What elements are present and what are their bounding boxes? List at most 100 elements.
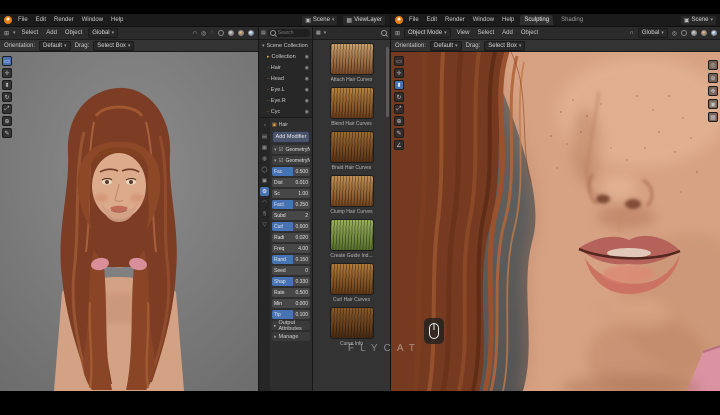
checkbox-checked-icon[interactable]: ☑ (279, 147, 284, 153)
measure-tool[interactable]: ∠ (394, 140, 404, 150)
drag-setting-dropdown[interactable]: Select Box ▾ (93, 40, 135, 51)
cursor-tool[interactable]: ✛ (394, 68, 404, 78)
eye-icon[interactable]: ◉ (305, 87, 309, 93)
modifier-header[interactable]: ▾ ☑ GeometryNodes.001 (272, 156, 310, 165)
outliner-row[interactable]: ◦ Head ◉ (259, 73, 312, 84)
select-box-tool[interactable]: ▭ (2, 56, 12, 66)
eye-icon[interactable]: ◉ (305, 65, 309, 71)
proportional-edit-icon[interactable]: ◎ (201, 30, 206, 37)
eye-icon[interactable]: ◉ (305, 54, 309, 60)
menu-edit[interactable]: Edit (425, 16, 439, 24)
modifier-param-slider[interactable]: Subd 2 (272, 211, 310, 220)
shading-solid-icon[interactable] (228, 30, 234, 36)
asset-item[interactable]: Curl Hair Curves (316, 263, 388, 303)
output-attributes-section[interactable]: ▸ Output Attributes (272, 320, 310, 332)
hair-asset-thumbnail[interactable] (329, 307, 374, 339)
constraints-properties-tab[interactable]: § (260, 209, 269, 218)
workspace-tab-sculpting[interactable]: Sculpting (520, 15, 554, 25)
outliner-row[interactable]: ▸ Collection ◉ (259, 51, 312, 62)
zoom-icon[interactable]: ⊕ (708, 73, 718, 83)
menu-select[interactable]: Select (475, 29, 496, 37)
asset-item[interactable]: Curve Info (316, 307, 388, 347)
outliner-row[interactable]: ◦ Hair ◉ (259, 62, 312, 73)
asset-item[interactable]: Braid Hair Curves (316, 131, 388, 171)
menu-file[interactable]: File (16, 16, 30, 24)
viewport-3d-full-body[interactable] (0, 52, 258, 391)
object-properties-tab[interactable]: ▣ (260, 176, 269, 185)
cursor-tool[interactable]: ✛ (2, 68, 12, 78)
data-properties-tab[interactable]: ▽ (260, 220, 269, 229)
menu-select[interactable]: Select (20, 29, 41, 37)
eye-icon[interactable]: ◉ (305, 76, 309, 82)
menu-object[interactable]: Object (63, 29, 84, 37)
shading-wireframe-icon[interactable] (218, 30, 224, 36)
add-modifier-button[interactable]: Add Modifier (272, 131, 310, 143)
move-tool[interactable]: ⬍ (2, 80, 12, 90)
hair-asset-thumbnail[interactable] (329, 175, 374, 207)
shading-solid-icon[interactable] (691, 30, 697, 36)
menu-window[interactable]: Window (80, 16, 105, 24)
hair-asset-thumbnail[interactable] (329, 219, 374, 251)
drag-setting-dropdown[interactable]: Select Box ▾ (484, 40, 526, 51)
scene-selector[interactable]: ▣ Scene ▾ (301, 14, 339, 26)
modifier-param-slider[interactable]: Shap 0.330 (272, 277, 310, 286)
menu-file[interactable]: File (407, 16, 421, 24)
menu-edit[interactable]: Edit (34, 16, 48, 24)
modifier-param-slider[interactable]: Tip 0.100 (272, 310, 310, 319)
transform-tool[interactable]: ⊕ (394, 116, 404, 126)
transform-orientation-selector[interactable]: Global ▾ (88, 28, 119, 38)
modifier-param-slider[interactable]: Rate 0.500 (272, 288, 310, 297)
shading-material-icon[interactable] (701, 30, 707, 36)
scale-tool[interactable]: ⤢ (2, 104, 12, 114)
menu-render[interactable]: Render (52, 16, 76, 24)
modifier-param-slider[interactable]: Radi 0.020 (272, 233, 310, 242)
modifier-param-slider[interactable]: Rand 0.150 (272, 255, 310, 264)
hair-asset-thumbnail[interactable] (329, 87, 374, 119)
overlays-icon[interactable]: ◌ (210, 30, 214, 36)
outliner-editor-icon[interactable]: ▤ (261, 30, 266, 36)
proportional-edit-icon[interactable]: ◎ (672, 30, 677, 37)
orientation-setting-dropdown[interactable]: Default ▾ (430, 40, 462, 51)
outliner-search-input[interactable] (277, 30, 308, 36)
menu-render[interactable]: Render (443, 16, 467, 24)
menu-add[interactable]: Add (500, 29, 515, 37)
menu-add[interactable]: Add (44, 29, 59, 37)
rotate-tool[interactable]: ↻ (394, 92, 404, 102)
grid-view-icon[interactable]: ▦ (316, 30, 321, 36)
nav-gizmo-icon[interactable]: ◎ (708, 60, 718, 70)
transform-orientation-selector[interactable]: Global ▾ (637, 28, 668, 38)
modifier-param-slider[interactable]: Fac 0.500 (272, 167, 310, 176)
checkbox-checked-icon[interactable]: ☑ (279, 158, 284, 164)
modifier-properties-tab[interactable]: ⚙ (260, 187, 269, 196)
modifier-header[interactable]: ▾ ☑ GeometryNodes (272, 145, 310, 154)
modifier-param-slider[interactable]: Curl 0.600 (272, 222, 310, 231)
annotate-tool[interactable]: ✎ (2, 128, 12, 138)
menu-object[interactable]: Object (519, 29, 540, 37)
outliner-search[interactable] (267, 29, 310, 37)
annotate-tool[interactable]: ✎ (394, 128, 404, 138)
hair-asset-thumbnail[interactable] (329, 43, 374, 75)
snap-magnet-icon[interactable]: ∩ (630, 30, 634, 36)
hair-asset-thumbnail[interactable] (329, 263, 374, 295)
snap-magnet-icon[interactable]: ∩ (193, 30, 197, 36)
eye-icon[interactable]: ◉ (305, 109, 309, 115)
editor-type-icon[interactable]: ⊞ (395, 30, 400, 37)
menu-view[interactable]: View (455, 29, 472, 37)
modifier-param-slider[interactable]: Seed 0 (272, 266, 310, 275)
blender-logo-icon[interactable] (4, 16, 12, 24)
pan-hand-icon[interactable]: ✥ (708, 86, 718, 96)
hair-asset-thumbnail[interactable] (329, 131, 374, 163)
outliner-row[interactable]: ◦ Cyc ◉ (259, 106, 312, 117)
camera-view-icon[interactable]: ▣ (708, 99, 718, 109)
outliner-row[interactable]: ◦ Eye.L ◉ (259, 84, 312, 95)
world-properties-tab[interactable]: ◯ (260, 165, 269, 174)
workspace-tab-shading[interactable]: Shading (557, 15, 587, 25)
viewlayer-properties-tab[interactable]: ▦ (260, 143, 269, 152)
orientation-setting-dropdown[interactable]: Default ▾ (39, 40, 71, 51)
menu-help[interactable]: Help (500, 16, 516, 24)
scale-tool[interactable]: ⤢ (394, 104, 404, 114)
shading-rendered-icon[interactable] (248, 30, 254, 36)
mode-selector[interactable]: Object Mode ▾ (404, 28, 451, 38)
output-properties-tab[interactable]: ▤ (260, 132, 269, 141)
asset-item[interactable]: Attach Hair Curves (316, 43, 388, 83)
